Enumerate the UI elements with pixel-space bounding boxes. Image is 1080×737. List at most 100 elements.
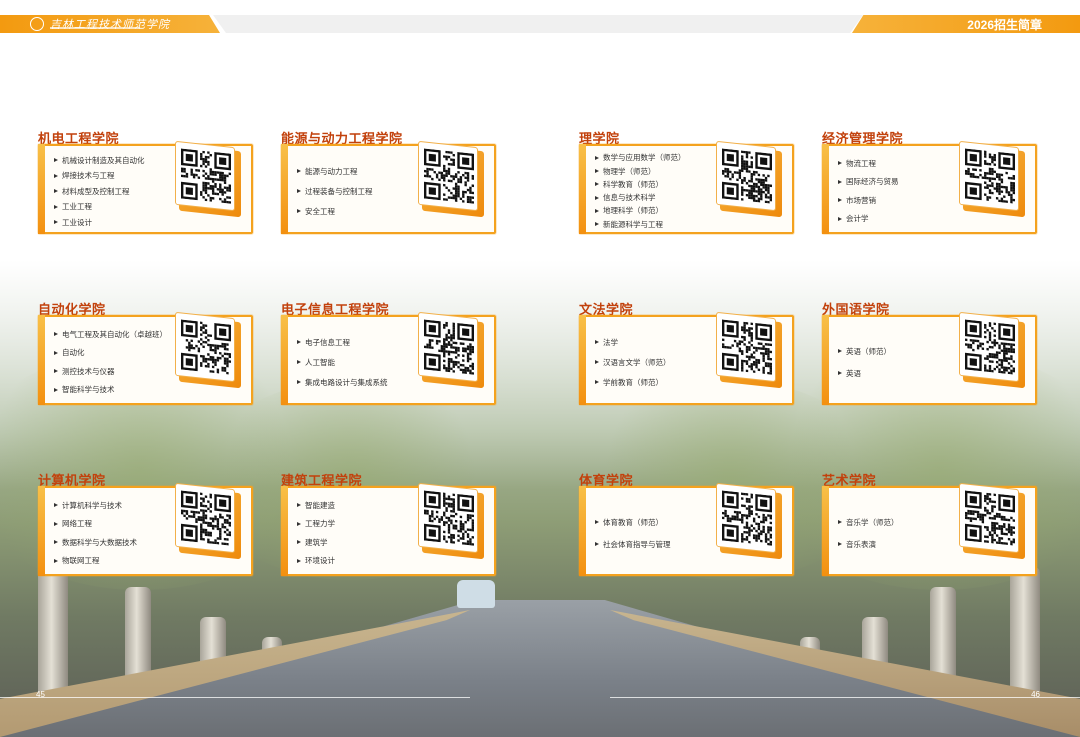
list-item: 物联网工程 xyxy=(54,555,189,566)
major-list: 机械设计制造及其自动化 焊接技术与工程材料成型及控制工程 工业工程工业设计 xyxy=(54,150,189,232)
major-name: 地理科学（师范） xyxy=(603,206,663,216)
list-item: 法学 xyxy=(595,337,730,348)
college-card: 机械设计制造及其自动化 焊接技术与工程材料成型及控制工程 工业工程工业设计 xyxy=(38,140,253,234)
bullet-triangle-icon xyxy=(595,542,599,546)
qr-code-block xyxy=(418,311,484,389)
list-item: 智能科学与技术 xyxy=(54,384,189,395)
bullet-triangle-icon xyxy=(595,520,599,524)
major-list: 数学与应用数学（师范） 物理学（师范） 科学教育（师范） 信息与技术科学 地理科学（师范… xyxy=(595,150,730,232)
list-item: 汉语言文学（师范） xyxy=(595,357,730,368)
bullet-triangle-icon xyxy=(54,540,58,545)
college-block: 计算机学院 计算机科学与技术 网络工程 数据科学与大数据技术 物联网工程 xyxy=(38,470,258,578)
college-block: 建筑工程学院 智能建造 工程力学 建筑学 环境设计 xyxy=(281,470,501,578)
major-name: 安全工程 xyxy=(305,206,335,216)
bullet-triangle-icon xyxy=(297,558,301,563)
college-card: 数学与应用数学（师范） 物理学（师范） 科学教育（师范） 信息与技术科学 地理科学（师范… xyxy=(579,140,794,234)
list-item: 市场营销 xyxy=(838,195,973,206)
list-item: 建筑学 xyxy=(297,537,432,548)
qr-code-block xyxy=(175,140,241,218)
list-item: 英语 xyxy=(838,368,973,379)
school-name: 吉林工程技术师范学院 xyxy=(50,18,170,31)
bullet-triangle-icon xyxy=(838,161,842,166)
list-item: 物流工程 xyxy=(838,158,973,169)
bullet-triangle-icon xyxy=(595,155,599,160)
college-card: 计算机科学与技术 网络工程 数据科学与大数据技术 物联网工程 xyxy=(38,482,253,576)
major-name: 学前教育（师范） xyxy=(603,377,663,387)
major-name: 市场营销 xyxy=(846,195,876,205)
bullet-triangle-icon xyxy=(54,369,58,374)
brochure-title: 2026招生简章 xyxy=(967,18,1042,32)
header-right-band: 2026招生简章 xyxy=(852,15,1080,33)
qr-code-block xyxy=(959,482,1025,560)
qr-code-icon[interactable] xyxy=(418,140,478,212)
major-name: 英语（师范） xyxy=(846,346,891,356)
list-item: 集成电路设计与集成系统 xyxy=(297,377,432,388)
bullet-triangle-icon xyxy=(595,195,599,200)
qr-code-icon[interactable] xyxy=(418,311,478,383)
qr-code-icon[interactable] xyxy=(175,311,235,383)
college-card: 英语（师范） 英语 xyxy=(822,311,1037,405)
qr-code-icon[interactable] xyxy=(175,140,235,212)
qr-code-icon[interactable] xyxy=(959,311,1019,383)
bullet-triangle-icon xyxy=(595,380,599,384)
list-item: 英语（师范） xyxy=(838,346,973,357)
qr-code-icon[interactable] xyxy=(418,482,478,554)
major-name: 科学教育（师范） xyxy=(603,179,663,189)
bullet-triangle-icon xyxy=(54,189,58,193)
list-item: 音乐学（师范） xyxy=(838,517,973,528)
bullet-triangle-icon xyxy=(54,173,58,178)
bullet-triangle-icon xyxy=(54,387,58,392)
bullet-triangle-icon xyxy=(838,216,842,221)
major-name: 环境设计 xyxy=(305,556,335,566)
major-name: 机械设计制造及其自动化 xyxy=(62,155,145,165)
bullet-triangle-icon xyxy=(54,204,58,209)
major-name: 人工智能 xyxy=(305,357,335,367)
school-seal-icon xyxy=(30,17,44,31)
major-list: 物流工程 国际经济与贸易 市场营销 会计学 xyxy=(838,150,973,232)
major-name: 自动化 xyxy=(62,348,85,358)
major-name: 工业设计 xyxy=(62,217,92,227)
major-name: 过程装备与控制工程 xyxy=(305,186,373,196)
bullet-triangle-icon xyxy=(54,350,58,355)
qr-code-icon[interactable] xyxy=(959,140,1019,212)
bullet-triangle-icon xyxy=(297,209,301,213)
list-item: 科学教育（师范） xyxy=(595,179,730,190)
qr-code-icon[interactable] xyxy=(959,482,1019,554)
bullet-triangle-icon xyxy=(595,208,599,213)
bullet-triangle-icon xyxy=(297,503,301,508)
major-name: 新能源科学与工程 xyxy=(603,219,663,229)
bullet-triangle-icon xyxy=(838,542,842,546)
college-block: 电子信息工程学院 电子信息工程 人工智能 集成电路设计与集成系统 xyxy=(281,299,501,407)
college-card: 音乐学（师范） 音乐表演 xyxy=(822,482,1037,576)
qr-code-block xyxy=(418,482,484,560)
major-name: 数学与应用数学（师范） xyxy=(603,153,686,163)
major-name: 英语 xyxy=(846,368,861,378)
college-card: 电子信息工程 人工智能 集成电路设计与集成系统 xyxy=(281,311,496,405)
list-item: 物理学（师范） xyxy=(595,166,730,177)
qr-code-icon[interactable] xyxy=(716,311,776,383)
bullet-triangle-icon xyxy=(54,332,58,337)
qr-code-block xyxy=(175,311,241,389)
qr-code-block xyxy=(959,311,1025,389)
college-block: 文法学院 法学 汉语言文学（师范） 学前教育（师范） xyxy=(579,299,799,407)
major-list: 电子信息工程 人工智能 集成电路设计与集成系统 xyxy=(297,321,432,403)
major-name: 物理学（师范） xyxy=(603,166,656,176)
college-card: 法学汉语言文学（师范） 学前教育（师范） xyxy=(579,311,794,405)
qr-code-icon[interactable] xyxy=(175,482,235,554)
bullet-triangle-icon xyxy=(54,158,58,162)
qr-code-block xyxy=(716,140,782,218)
bullet-triangle-icon xyxy=(54,503,58,508)
list-item: 工业工程 xyxy=(54,201,189,212)
major-name: 集成电路设计与集成系统 xyxy=(305,377,388,387)
qr-code-icon[interactable] xyxy=(716,482,776,554)
bullet-triangle-icon xyxy=(54,220,58,224)
list-item: 新能源科学与工程 xyxy=(595,219,730,230)
college-card: 物流工程 国际经济与贸易 市场营销 会计学 xyxy=(822,140,1037,234)
list-item: 学前教育（师范） xyxy=(595,377,730,388)
list-item: 材料成型及控制工程 xyxy=(54,186,189,197)
list-item: 能源与动力工程 xyxy=(297,166,432,177)
major-name: 焊接技术与工程 xyxy=(62,171,115,180)
major-name: 社会体育指导与管理 xyxy=(603,539,671,549)
list-item: 安全工程 xyxy=(297,206,432,217)
qr-code-icon[interactable] xyxy=(716,140,776,212)
